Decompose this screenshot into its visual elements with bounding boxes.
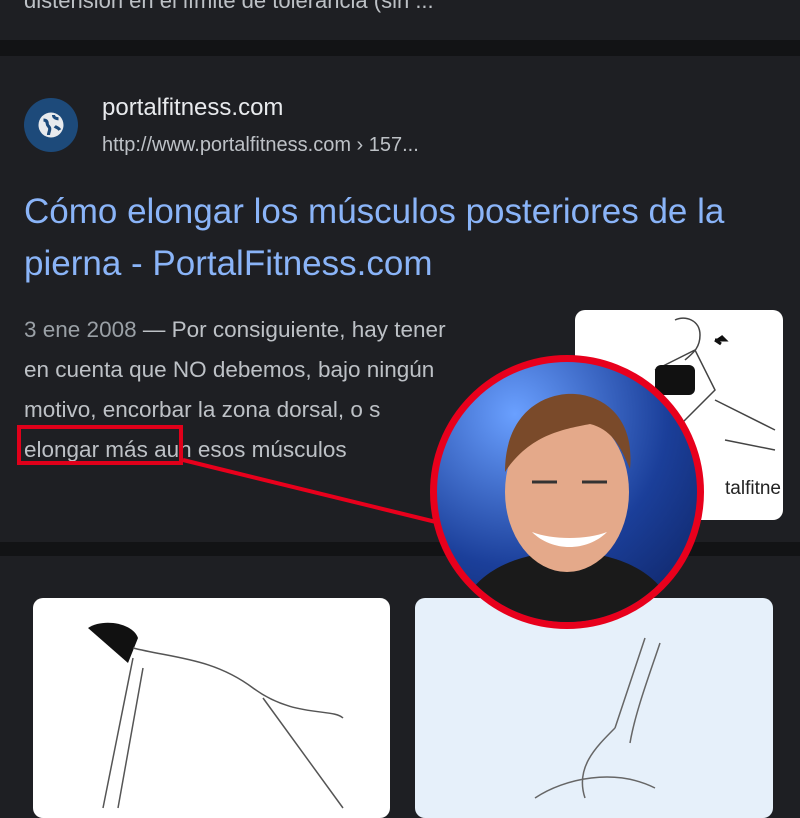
annotation-connector-line (182, 458, 437, 524)
portrait-inset (430, 355, 704, 629)
